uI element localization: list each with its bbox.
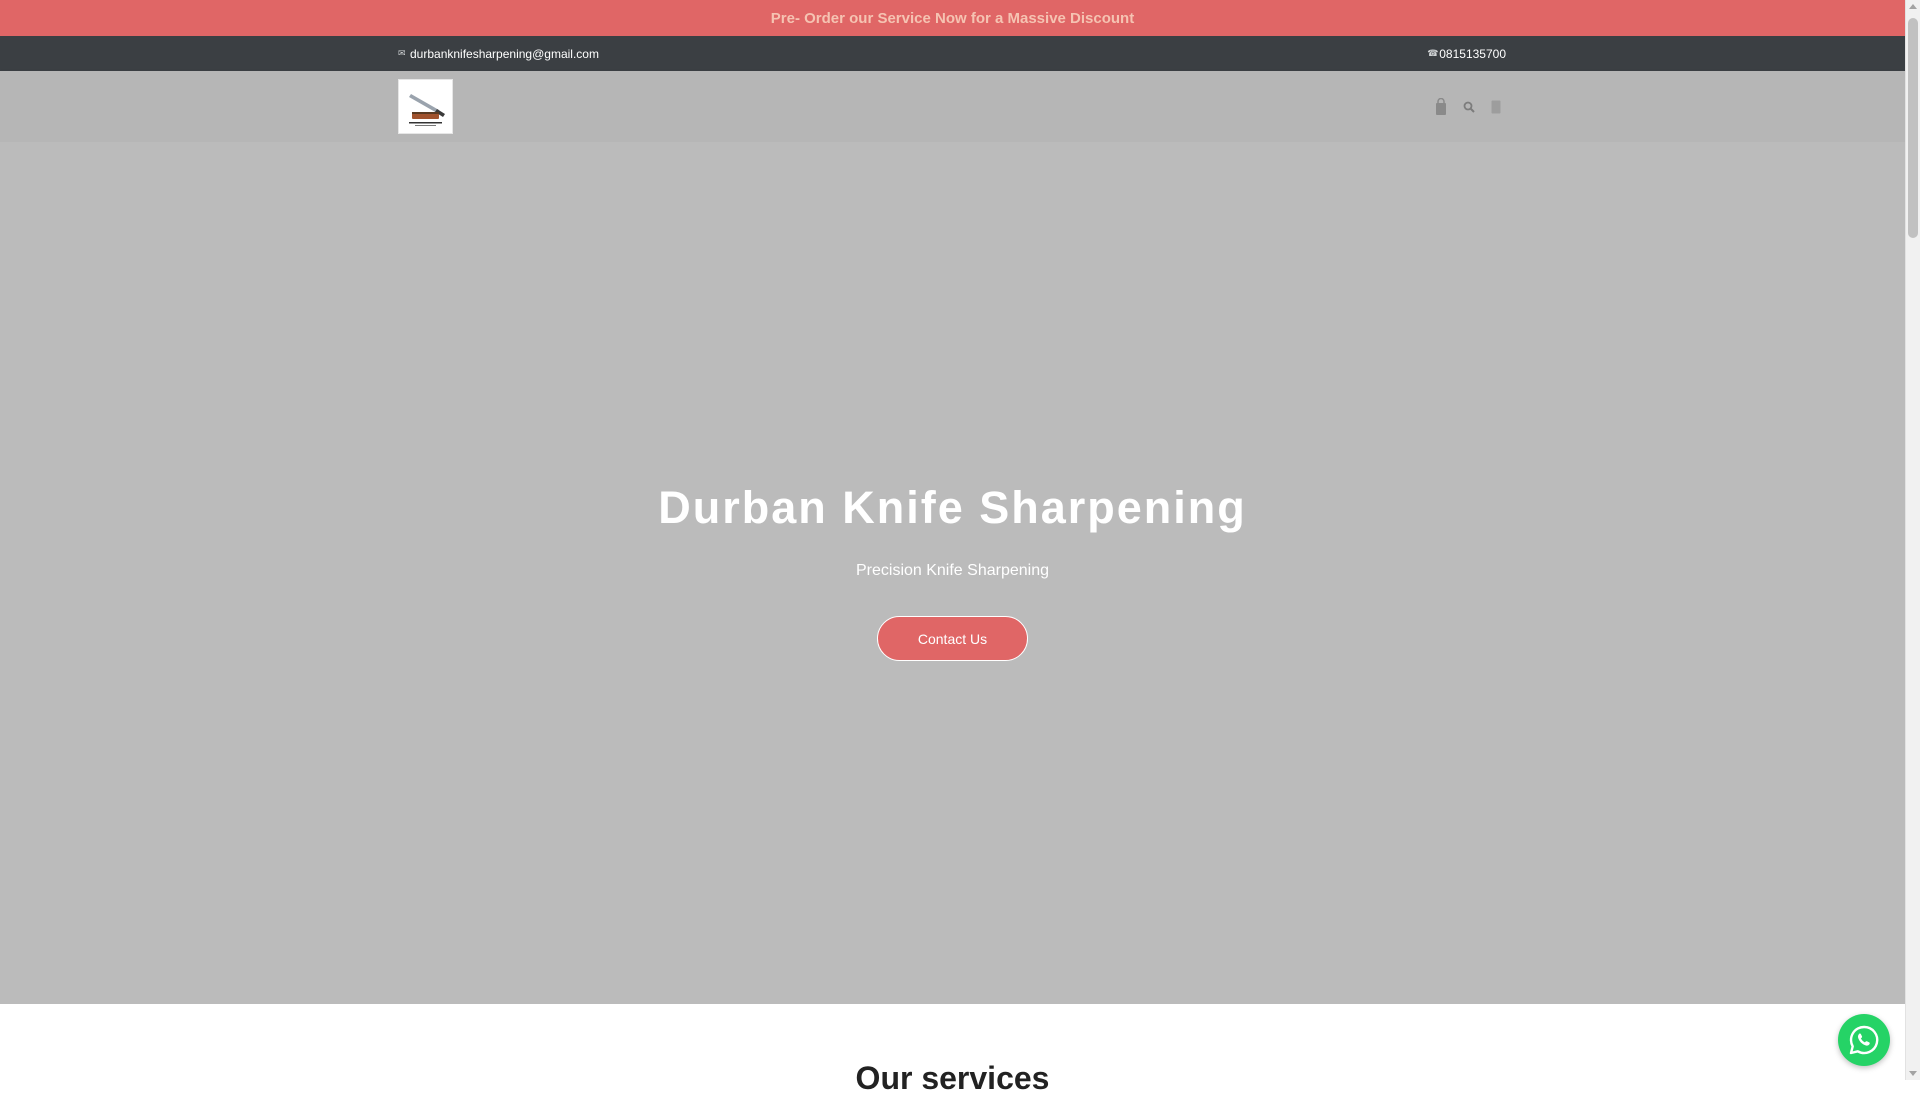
site-logo[interactable] — [398, 79, 453, 134]
envelope-icon: ✉ — [398, 48, 406, 58]
search-icon[interactable] — [1463, 101, 1475, 113]
scroll-up-arrow-icon[interactable] — [1909, 4, 1917, 9]
phone-icon: ☎ — [1427, 48, 1439, 58]
email-contact[interactable]: ✉ durbanknifesharpening@gmail.com — [398, 36, 599, 71]
announcement-bar: Pre- Order our Service Now for a Massive… — [0, 0, 1905, 36]
header-icons — [1435, 71, 1501, 142]
site-header — [0, 71, 1905, 142]
hero-subtitle: Precision Knife Sharpening — [855, 562, 1049, 579]
user-icon[interactable] — [1491, 100, 1501, 114]
logo-image — [399, 80, 452, 133]
services-heading: Our services — [855, 1060, 1050, 1096]
email-link[interactable]: durbanknifesharpening@gmail.com — [410, 47, 599, 61]
page-scrollbar[interactable] — [1905, 0, 1920, 1080]
whatsapp-button[interactable] — [1838, 1014, 1890, 1066]
contact-bar: ✉ durbanknifesharpening@gmail.com ☎ 0815… — [0, 36, 1905, 71]
announcement-text[interactable]: Pre- Order our Service Now for a Massive… — [771, 10, 1134, 27]
whatsapp-icon — [1849, 1025, 1879, 1055]
scrollbar-thumb[interactable] — [1908, 18, 1918, 238]
phone-link[interactable]: 0815135700 — [1439, 47, 1506, 61]
cart-icon[interactable] — [1435, 97, 1447, 116]
scroll-down-arrow-icon[interactable] — [1909, 1071, 1917, 1076]
hero-section: Durban Knife Sharpening Precision Knife … — [0, 142, 1905, 1004]
phone-contact[interactable]: ☎ 0815135700 — [1427, 36, 1506, 71]
contact-us-button[interactable]: Contact Us — [877, 616, 1028, 661]
hero-title: Durban Knife Sharpening — [658, 482, 1247, 533]
